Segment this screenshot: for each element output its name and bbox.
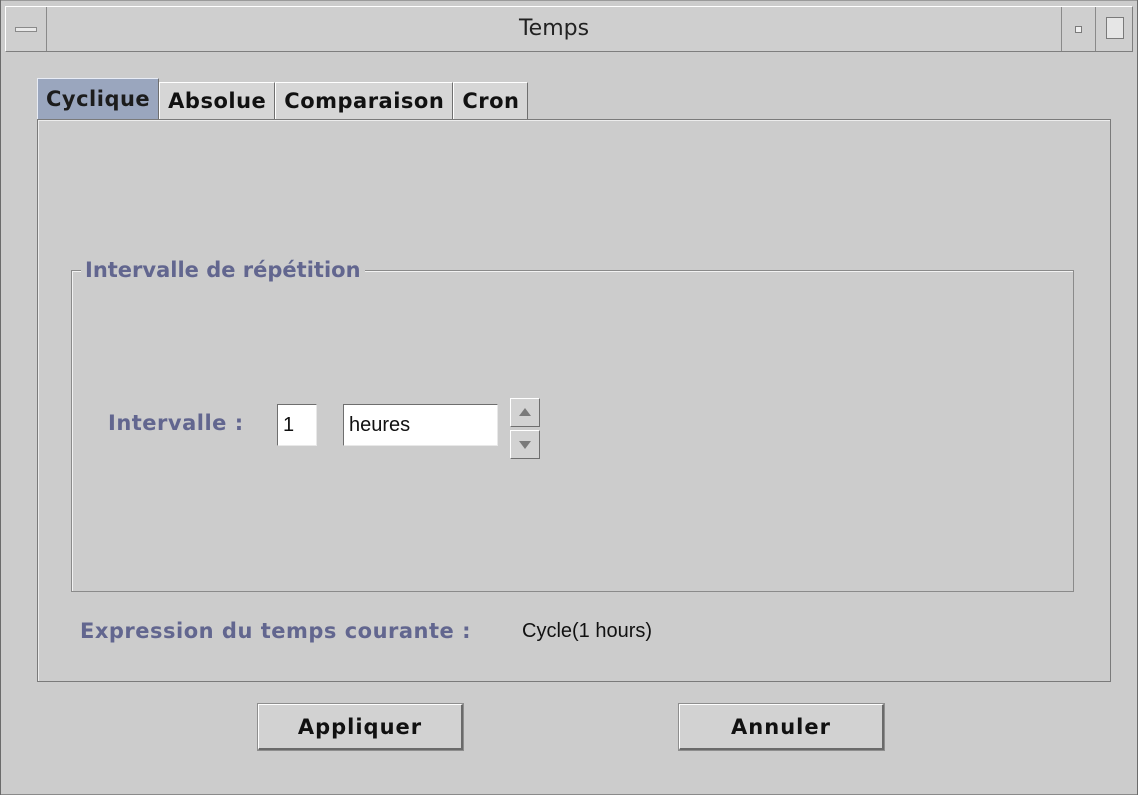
arrow-up-icon: [519, 408, 531, 416]
tab-cron[interactable]: Cron: [453, 82, 529, 120]
apply-button[interactable]: Appliquer: [257, 703, 464, 751]
spinner-up-button[interactable]: [510, 398, 540, 427]
window-title: Temps: [46, 7, 1062, 51]
title-bar[interactable]: Temps: [5, 6, 1133, 52]
interval-unit-field[interactable]: heures: [343, 404, 498, 446]
arrow-down-icon: [519, 441, 531, 449]
spinner-down-button[interactable]: [510, 430, 540, 459]
window-menu-icon: [15, 27, 37, 32]
tab-bar: Cyclique Absolue Comparaison Cron: [37, 78, 529, 120]
minimize-button[interactable]: [1063, 7, 1096, 51]
maximize-button[interactable]: [1098, 7, 1132, 51]
interval-value-field[interactable]: 1: [277, 404, 317, 446]
repeat-interval-legend: Intervalle de répétition: [81, 256, 365, 284]
minimize-icon: [1075, 26, 1082, 33]
maximize-icon: [1106, 17, 1124, 39]
window-frame-bottom: [1, 789, 1137, 795]
tab-comparaison[interactable]: Comparaison: [275, 82, 454, 120]
current-expression-value: Cycle(1 hours): [522, 620, 653, 642]
window-menu-button[interactable]: [6, 7, 44, 51]
tab-cyclique[interactable]: Cyclique: [37, 78, 160, 120]
interval-label: Intervalle :: [108, 411, 244, 435]
time-dialog-window: Temps Cyclique Absolue Comparaison Cron …: [0, 0, 1138, 795]
interval-unit-spinner: [510, 398, 540, 460]
tab-absolue[interactable]: Absolue: [159, 82, 276, 120]
cancel-button[interactable]: Annuler: [678, 703, 885, 751]
current-expression-label: Expression du temps courante :: [80, 619, 472, 643]
